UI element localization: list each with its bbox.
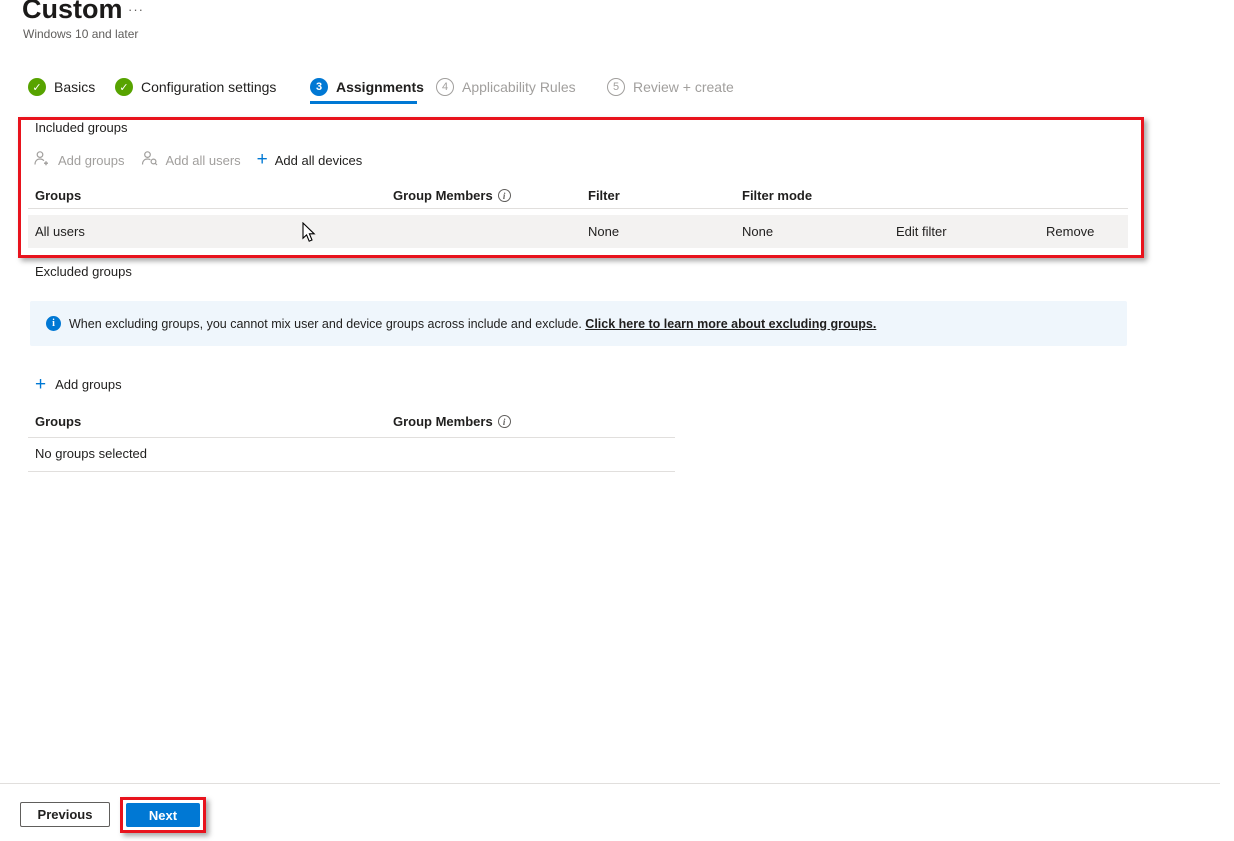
person-add-icon: [33, 150, 51, 170]
add-all-users-button[interactable]: Add all users: [141, 150, 241, 170]
empty-state-text: No groups selected: [35, 446, 147, 461]
header-label: Group Members: [393, 188, 493, 203]
excluded-column-header-groups: Groups: [35, 414, 81, 429]
info-banner-text: When excluding groups, you cannot mix us…: [69, 317, 876, 331]
add-groups-button[interactable]: Add groups: [33, 150, 125, 170]
tab-basics[interactable]: Basics: [28, 78, 95, 96]
column-header-group-members: Group Members i: [393, 188, 511, 203]
header-label: Filter mode: [742, 188, 812, 203]
header-label: Filter: [588, 188, 620, 203]
edit-filter-link[interactable]: Edit filter: [896, 215, 947, 248]
excluded-column-header-group-members: Group Members i: [393, 414, 511, 429]
excluded-add-groups-label: Add groups: [55, 377, 122, 392]
add-all-devices-label: Add all devices: [275, 153, 362, 168]
step-label: Review + create: [633, 79, 734, 95]
step-number-icon: 4: [436, 78, 454, 96]
tab-applicability-rules[interactable]: 4 Applicability Rules: [436, 78, 576, 96]
remove-link[interactable]: Remove: [1046, 215, 1094, 248]
previous-button[interactable]: Previous: [20, 802, 110, 827]
page-title: Custom: [22, 0, 123, 25]
header-label: Groups: [35, 188, 81, 203]
info-filled-icon: i: [46, 316, 61, 331]
info-icon[interactable]: i: [498, 189, 511, 202]
page-subtitle: Windows 10 and later: [23, 27, 138, 41]
active-tab-underline: [310, 101, 417, 104]
add-all-devices-button[interactable]: + Add all devices: [257, 153, 363, 168]
column-header-groups: Groups: [35, 188, 81, 203]
next-button[interactable]: Next: [126, 803, 200, 827]
footer-divider: [0, 783, 1220, 784]
info-icon[interactable]: i: [498, 415, 511, 428]
plus-icon: +: [257, 153, 268, 167]
tab-review-create[interactable]: 5 Review + create: [607, 78, 734, 96]
header-label: Groups: [35, 414, 81, 429]
step-label: Configuration settings: [141, 79, 276, 95]
info-banner: i When excluding groups, you cannot mix …: [30, 301, 1127, 346]
excluded-table-header-divider: [28, 437, 675, 438]
step-label: Applicability Rules: [462, 79, 576, 95]
row-filter-mode-value: None: [742, 215, 773, 248]
header-label: Group Members: [393, 414, 493, 429]
learn-more-link[interactable]: Click here to learn more about excluding…: [585, 317, 876, 331]
table-header-divider: [28, 208, 1128, 209]
row-group-name: All users: [35, 215, 85, 248]
included-groups-heading: Included groups: [35, 120, 128, 135]
excluded-groups-heading: Excluded groups: [35, 264, 132, 279]
step-label: Assignments: [336, 79, 424, 95]
person-search-icon: [141, 150, 159, 170]
table-row: All users None None Edit filter Remove: [28, 215, 1128, 248]
excluded-table-bottom-divider: [28, 471, 675, 472]
banner-message: When excluding groups, you cannot mix us…: [69, 317, 582, 331]
plus-icon: +: [35, 378, 46, 392]
add-all-users-label: Add all users: [166, 153, 241, 168]
step-number-icon: 3: [310, 78, 328, 96]
excluded-add-groups-button[interactable]: + Add groups: [35, 377, 122, 392]
row-filter-value: None: [588, 215, 619, 248]
column-header-filter-mode: Filter mode: [742, 188, 812, 203]
more-options-icon[interactable]: ···: [128, 2, 144, 17]
included-command-bar: Add groups Add all users + Add all devic…: [33, 150, 362, 170]
step-number-icon: 5: [607, 78, 625, 96]
check-icon: [115, 78, 133, 96]
check-icon: [28, 78, 46, 96]
tab-configuration-settings[interactable]: Configuration settings: [115, 78, 276, 96]
create-profile-wizard-page: Custom ··· Windows 10 and later Basics C…: [0, 0, 1234, 841]
tab-assignments[interactable]: 3 Assignments: [310, 78, 424, 96]
column-header-filter: Filter: [588, 188, 620, 203]
add-groups-label: Add groups: [58, 153, 125, 168]
step-label: Basics: [54, 79, 95, 95]
